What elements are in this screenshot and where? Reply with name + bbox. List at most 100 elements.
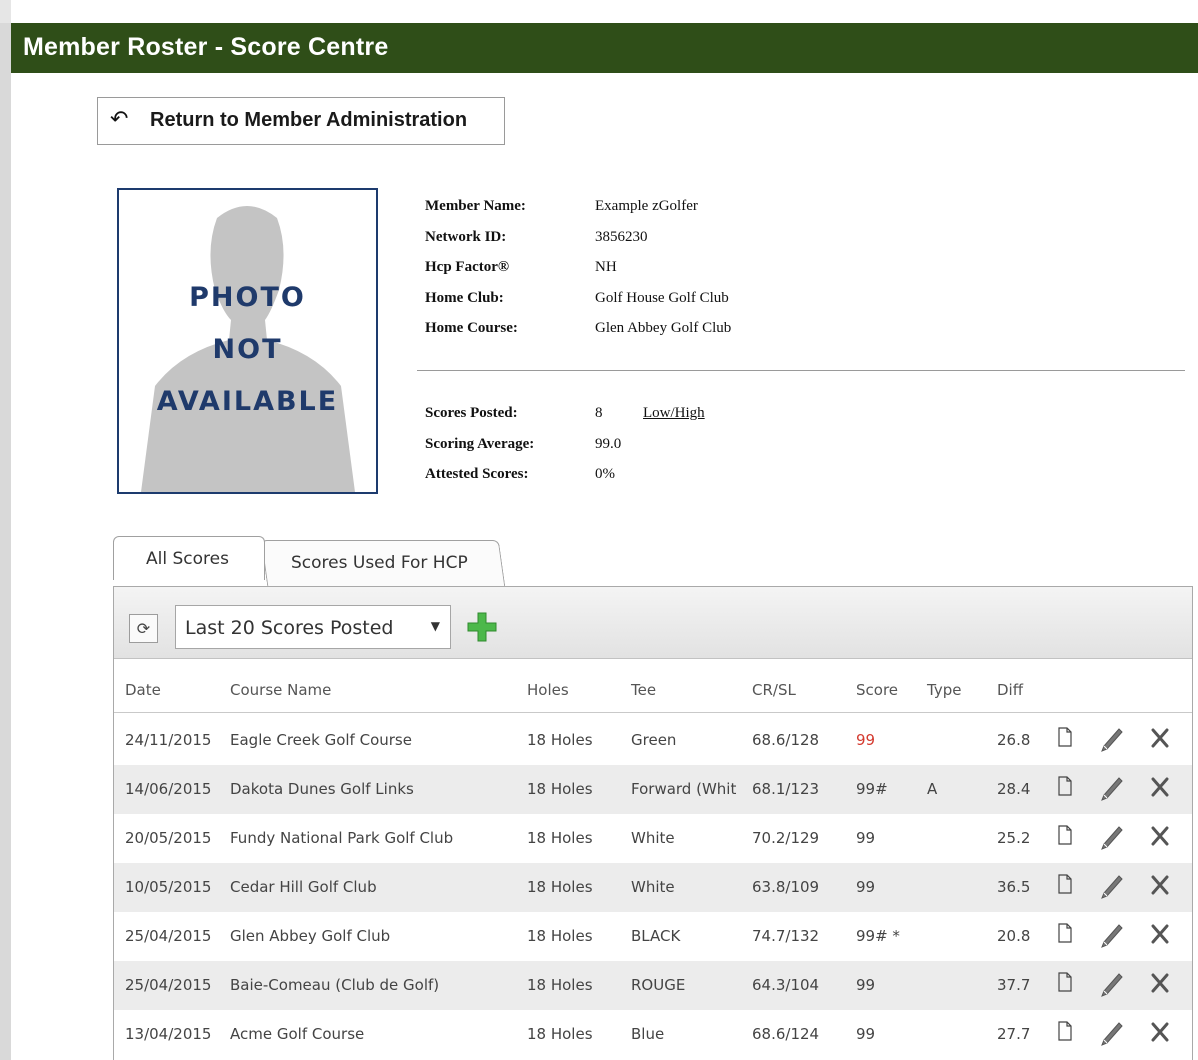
- return-to-member-admin-button[interactable]: ↶ Return to Member Administration: [97, 97, 505, 145]
- edit-score-button[interactable]: [1100, 923, 1124, 953]
- table-row[interactable]: 10/05/2015 Cedar Hill Golf Club 18 Holes…: [114, 863, 1192, 912]
- column-header-holes[interactable]: Holes: [527, 681, 569, 699]
- edit-score-button[interactable]: [1100, 727, 1124, 757]
- cell-diff: 26.8: [997, 731, 1031, 749]
- delete-x-icon: [1151, 973, 1169, 993]
- view-document-button[interactable]: [1058, 727, 1072, 751]
- low-high-link[interactable]: Low/High: [643, 405, 705, 422]
- pencil-edit-icon: [1101, 728, 1123, 752]
- view-document-button[interactable]: [1058, 874, 1072, 898]
- cell-holes: 18 Holes: [527, 1025, 593, 1043]
- delete-score-button[interactable]: [1150, 1021, 1170, 1047]
- cell-date: 10/05/2015: [125, 878, 212, 896]
- scores-grid: ⟳ Last 20 Scores Posted ▼ Date Course Na…: [113, 586, 1193, 1060]
- delete-x-icon: [1151, 875, 1169, 895]
- column-header-score[interactable]: Score: [856, 681, 898, 699]
- home-course-label: Home Course:: [425, 320, 518, 336]
- table-row[interactable]: 25/04/2015 Baie-Comeau (Club de Golf) 18…: [114, 961, 1192, 1010]
- view-document-button[interactable]: [1058, 1021, 1072, 1045]
- delete-score-button[interactable]: [1150, 727, 1170, 753]
- column-header-date[interactable]: Date: [125, 681, 161, 699]
- cell-cr-sl: 68.1/123: [752, 780, 820, 798]
- add-plus-icon: [467, 612, 497, 642]
- tab-scores-used-for-hcp[interactable]: Scores Used For HCP: [260, 540, 506, 586]
- scoring-average-value: 99.0: [595, 436, 622, 452]
- cell-holes: 18 Holes: [527, 829, 593, 847]
- cell-tee: White: [631, 829, 675, 847]
- column-header-course-name[interactable]: Course Name: [230, 681, 331, 699]
- cell-diff: 20.8: [997, 927, 1031, 945]
- photo-text-line-1: PHOTO: [189, 282, 306, 313]
- table-row[interactable]: 24/11/2015 Eagle Creek Golf Course 18 Ho…: [114, 716, 1192, 765]
- network-id-value: 3856230: [595, 229, 648, 245]
- cell-date: 24/11/2015: [125, 731, 212, 749]
- pencil-edit-icon: [1101, 973, 1123, 997]
- add-score-button[interactable]: [466, 611, 498, 643]
- table-row[interactable]: 14/06/2015 Dakota Dunes Golf Links 18 Ho…: [114, 765, 1192, 814]
- cell-type: A: [927, 780, 938, 798]
- scores-posted-label: Scores Posted:: [425, 405, 518, 421]
- edit-score-button[interactable]: [1100, 776, 1124, 806]
- pencil-edit-icon: [1101, 777, 1123, 801]
- cell-diff: 25.2: [997, 829, 1031, 847]
- document-icon: [1058, 874, 1072, 894]
- cell-diff: 28.4: [997, 780, 1031, 798]
- cell-holes: 18 Holes: [527, 878, 593, 896]
- title-bar: Member Roster - Score Centre: [11, 23, 1198, 73]
- table-row[interactable]: 20/05/2015 Fundy National Park Golf Club…: [114, 814, 1192, 863]
- pencil-edit-icon: [1101, 875, 1123, 899]
- cell-diff: 37.7: [997, 976, 1031, 994]
- tab-all-scores[interactable]: All Scores: [113, 536, 265, 580]
- view-document-button[interactable]: [1058, 776, 1072, 800]
- edit-score-button[interactable]: [1100, 874, 1124, 904]
- page-title: Member Roster - Score Centre: [23, 33, 389, 61]
- scoring-stats: Scores Posted: 8 Low/High Scoring Averag…: [425, 405, 825, 495]
- cell-tee: White: [631, 878, 675, 896]
- cell-score: 99: [856, 976, 876, 994]
- cell-holes: 18 Holes: [527, 976, 593, 994]
- view-document-button[interactable]: [1058, 825, 1072, 849]
- table-row[interactable]: 13/04/2015 Acme Golf Course 18 Holes Blu…: [114, 1010, 1192, 1059]
- cell-course-name: Fundy National Park Golf Club: [230, 829, 454, 847]
- column-header-diff[interactable]: Diff: [997, 681, 1023, 699]
- edit-score-button[interactable]: [1100, 972, 1124, 1002]
- cell-date: 14/06/2015: [125, 780, 212, 798]
- scoring-average-label: Scoring Average:: [425, 436, 535, 452]
- cell-score: 99: [856, 878, 876, 896]
- cell-tee: ROUGE: [631, 976, 686, 994]
- refresh-button[interactable]: ⟳: [129, 614, 158, 643]
- column-header-type[interactable]: Type: [927, 681, 961, 699]
- document-icon: [1058, 923, 1072, 943]
- delete-x-icon: [1151, 1022, 1169, 1042]
- delete-score-button[interactable]: [1150, 923, 1170, 949]
- view-document-button[interactable]: [1058, 972, 1072, 996]
- table-row[interactable]: 25/04/2015 Glen Abbey Golf Club 18 Holes…: [114, 912, 1192, 961]
- score-filter-select[interactable]: Last 20 Scores Posted ▼: [175, 605, 451, 649]
- delete-score-button[interactable]: [1150, 825, 1170, 851]
- column-header-cr-sl[interactable]: CR/SL: [752, 681, 796, 699]
- document-icon: [1058, 1021, 1072, 1041]
- cell-holes: 18 Holes: [527, 731, 593, 749]
- delete-score-button[interactable]: [1150, 874, 1170, 900]
- cell-tee: Blue: [631, 1025, 665, 1043]
- cell-diff: 27.7: [997, 1025, 1031, 1043]
- cell-cr-sl: 70.2/129: [752, 829, 820, 847]
- cell-date: 13/04/2015: [125, 1025, 212, 1043]
- photo-text-line-2: NOT: [212, 334, 283, 365]
- cell-score: 99: [856, 731, 876, 749]
- return-arrow-icon: ↶: [110, 107, 129, 132]
- delete-score-button[interactable]: [1150, 972, 1170, 998]
- member-photo-placeholder: PHOTO NOT AVAILABLE: [117, 188, 378, 494]
- hcp-factor-label: Hcp Factor®: [425, 259, 510, 275]
- column-header-tee[interactable]: Tee: [631, 681, 656, 699]
- delete-x-icon: [1151, 924, 1169, 944]
- delete-score-button[interactable]: [1150, 776, 1170, 802]
- edit-score-button[interactable]: [1100, 825, 1124, 855]
- view-document-button[interactable]: [1058, 923, 1072, 947]
- score-filter-value: Last 20 Scores Posted: [185, 617, 394, 639]
- edit-score-button[interactable]: [1100, 1021, 1124, 1051]
- document-icon: [1058, 825, 1072, 845]
- cell-cr-sl: 63.8/109: [752, 878, 820, 896]
- pencil-edit-icon: [1101, 1022, 1123, 1046]
- cell-cr-sl: 74.7/132: [752, 927, 820, 945]
